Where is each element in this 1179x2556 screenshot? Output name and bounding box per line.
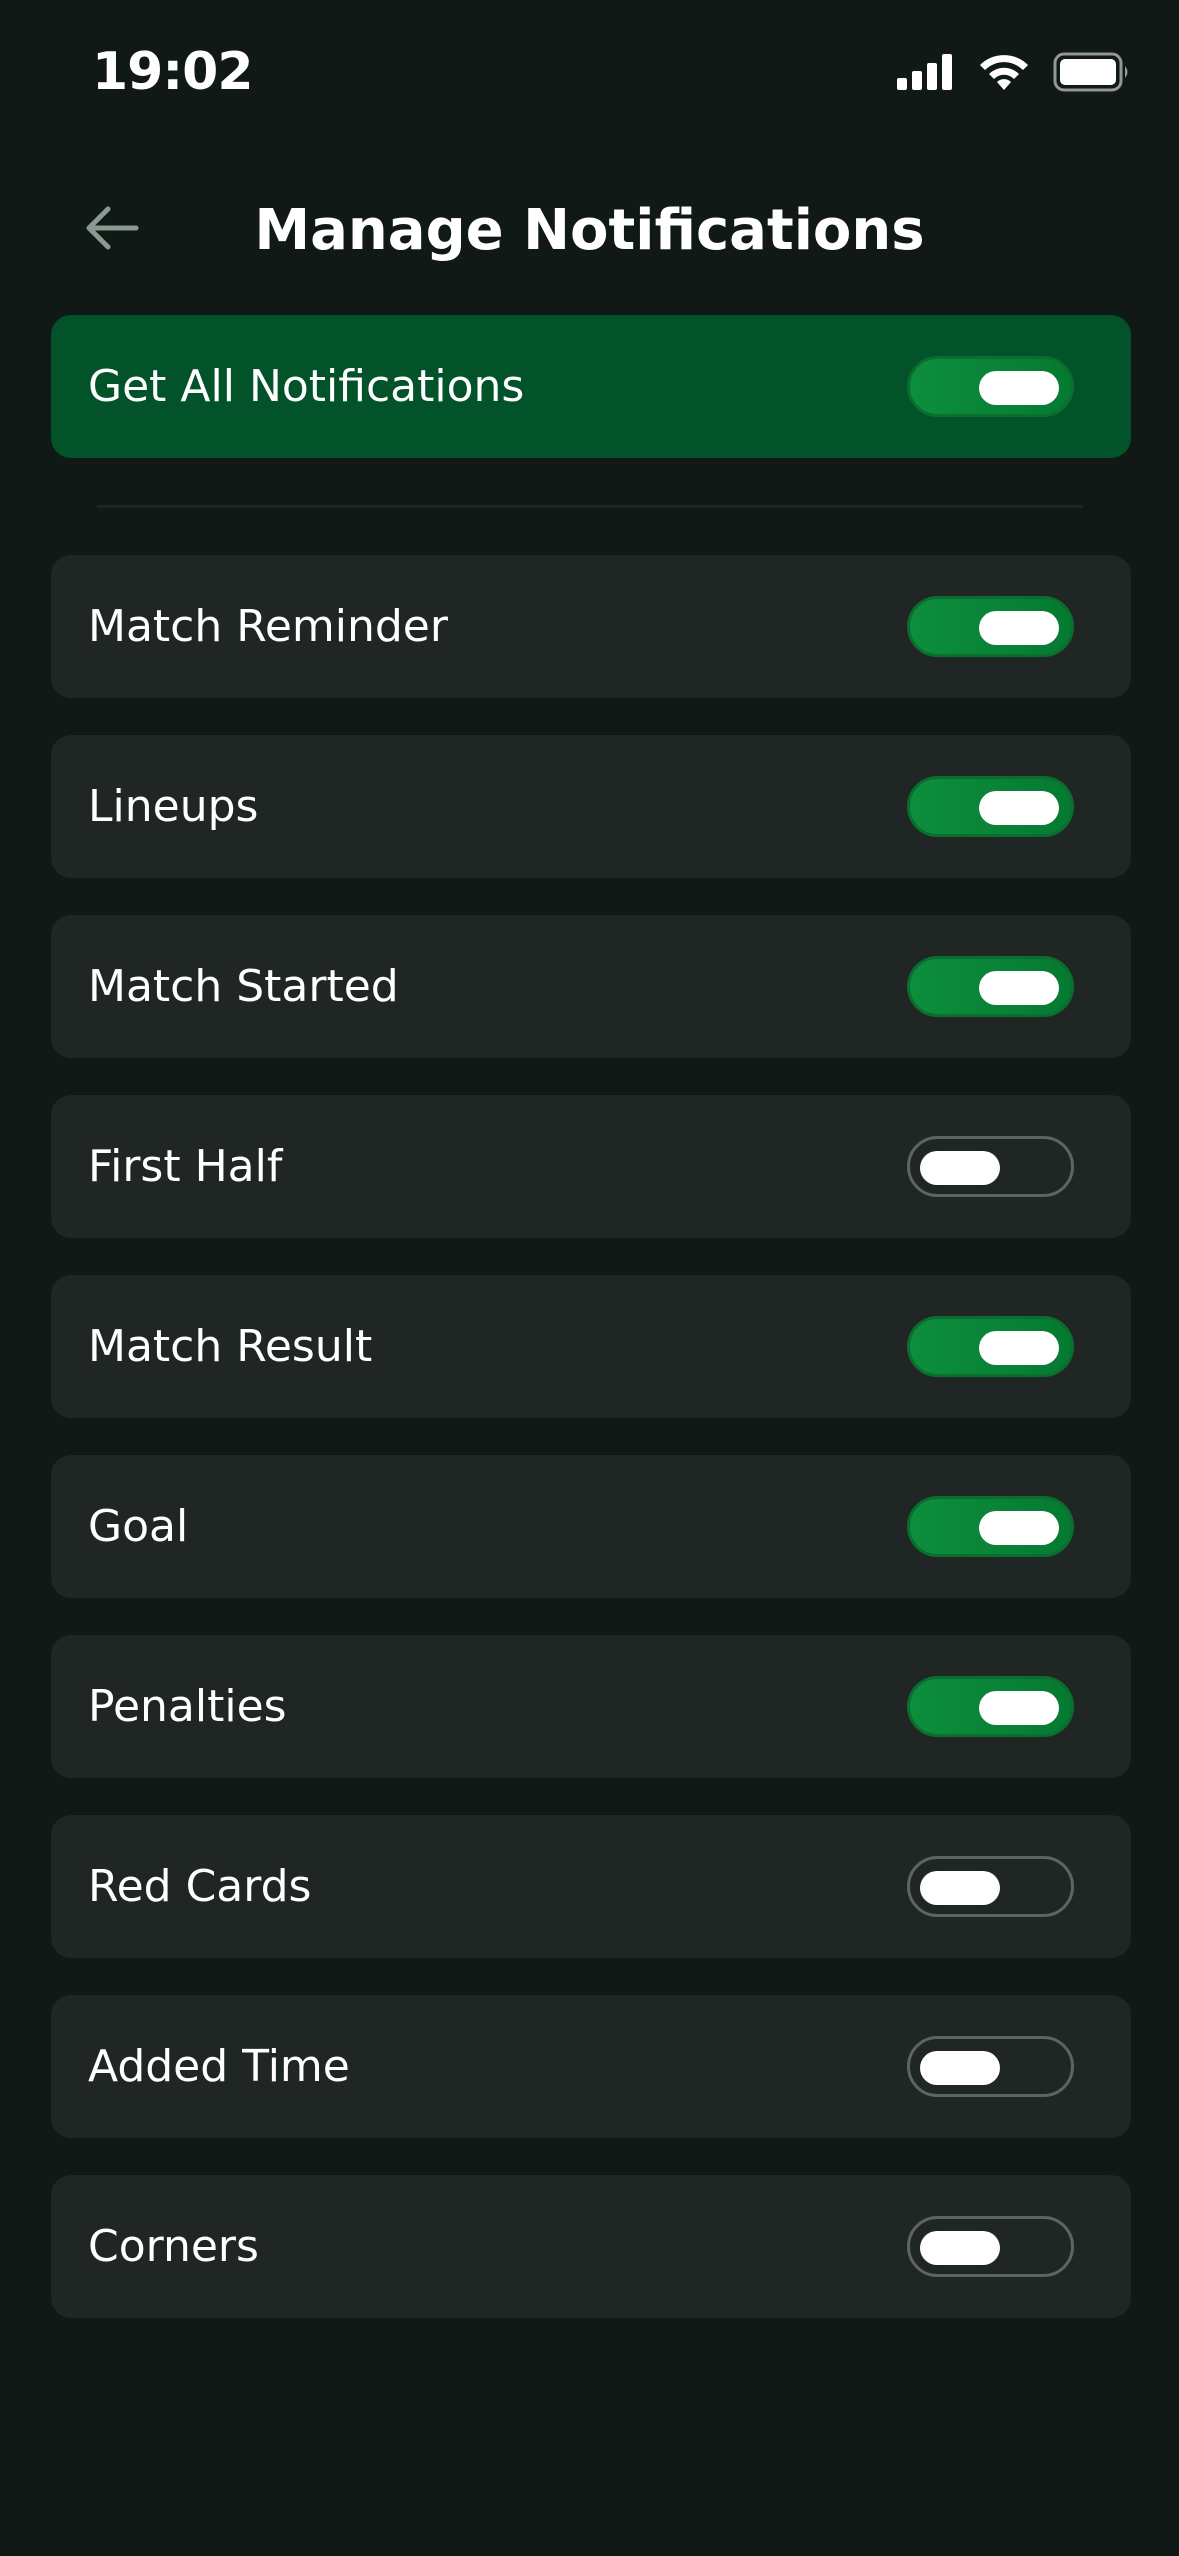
toggle-knob xyxy=(920,1151,1000,1185)
notification-label: Penalties xyxy=(88,1681,287,1732)
toggle-knob xyxy=(979,1331,1059,1365)
match-reminder-toggle[interactable] xyxy=(907,596,1074,657)
notification-row-match-result: Match Result xyxy=(51,1275,1131,1418)
notification-row-added-time: Added Time xyxy=(51,1995,1131,2138)
notification-label: Match Result xyxy=(88,1321,373,1372)
lineups-toggle[interactable] xyxy=(907,776,1074,837)
toggle-knob xyxy=(979,1691,1059,1725)
notification-row-match-reminder: Match Reminder xyxy=(51,555,1131,698)
notification-label: First Half xyxy=(88,1141,283,1192)
status-icons xyxy=(897,52,1131,96)
added-time-toggle[interactable] xyxy=(907,2036,1074,2097)
notification-row-red-cards: Red Cards xyxy=(51,1815,1131,1958)
notification-list: Match Reminder Lineups Match Started Fir… xyxy=(51,555,1131,2355)
status-bar: 19:02 xyxy=(0,0,1179,150)
first-half-toggle[interactable] xyxy=(907,1136,1074,1197)
notification-row-goal: Goal xyxy=(51,1455,1131,1598)
corners-toggle[interactable] xyxy=(907,2216,1074,2277)
match-started-toggle[interactable] xyxy=(907,956,1074,1017)
get-all-notifications-toggle[interactable] xyxy=(907,356,1074,417)
match-result-toggle[interactable] xyxy=(907,1316,1074,1377)
notification-label: Goal xyxy=(88,1501,189,1552)
cellular-signal-icon xyxy=(897,54,955,94)
toggle-knob xyxy=(920,2051,1000,2085)
get-all-notifications-row: Get All Notifications xyxy=(51,315,1131,458)
notification-row-corners: Corners xyxy=(51,2175,1131,2318)
notification-label: Match Started xyxy=(88,961,399,1012)
toggle-knob xyxy=(920,2231,1000,2265)
toggle-knob xyxy=(979,371,1059,405)
goal-toggle[interactable] xyxy=(907,1496,1074,1557)
wifi-icon xyxy=(977,52,1031,96)
divider xyxy=(97,505,1083,508)
notification-row-match-started: Match Started xyxy=(51,915,1131,1058)
notification-row-penalties: Penalties xyxy=(51,1635,1131,1778)
battery-icon xyxy=(1053,52,1131,96)
notification-row-first-half: First Half xyxy=(51,1095,1131,1238)
notification-row-lineups: Lineups xyxy=(51,735,1131,878)
page-title: Manage Notifications xyxy=(254,198,925,263)
toggle-knob xyxy=(979,971,1059,1005)
toggle-knob xyxy=(979,611,1059,645)
toggle-knob xyxy=(979,1511,1059,1545)
notification-label: Added Time xyxy=(88,2041,350,2092)
toggle-knob xyxy=(979,791,1059,825)
get-all-notifications-label: Get All Notifications xyxy=(88,361,525,412)
penalties-toggle[interactable] xyxy=(907,1676,1074,1737)
status-time: 19:02 xyxy=(92,42,254,102)
notification-label: Corners xyxy=(88,2221,259,2272)
header: Manage Notifications xyxy=(0,180,1179,280)
notification-label: Lineups xyxy=(88,781,259,832)
toggle-knob xyxy=(920,1871,1000,1905)
notification-label: Red Cards xyxy=(88,1861,312,1912)
red-cards-toggle[interactable] xyxy=(907,1856,1074,1917)
notifications-screen: 19:02 Manage Notifications Get All Notif… xyxy=(0,0,1179,2556)
notification-label: Match Reminder xyxy=(88,601,448,652)
